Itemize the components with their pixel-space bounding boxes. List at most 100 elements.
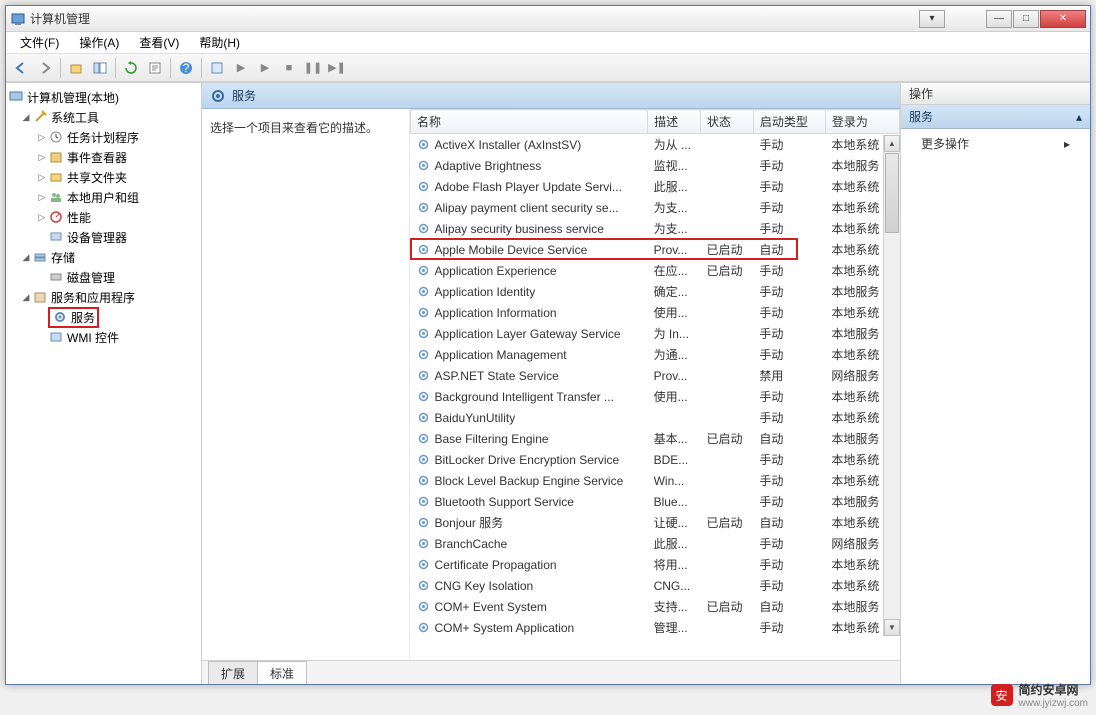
col-logon[interactable]: 登录为 — [825, 110, 899, 134]
tree-performance[interactable]: ▷ 性能 — [6, 207, 201, 227]
play2-button[interactable]: ▶ — [254, 57, 276, 79]
col-status[interactable]: 状态 — [701, 110, 754, 134]
col-desc[interactable]: 描述 — [648, 110, 701, 134]
tree-event-viewer[interactable]: ▷ 事件查看器 — [6, 147, 201, 167]
collapse-icon[interactable]: ◢ — [20, 292, 32, 303]
tree-services-apps[interactable]: ◢ 服务和应用程序 — [6, 287, 201, 307]
menu-help[interactable]: 帮助(H) — [191, 32, 248, 53]
actions-more[interactable]: 更多操作 ▸ — [901, 129, 1090, 158]
close-button[interactable]: ✕ — [1040, 10, 1086, 28]
table-row[interactable]: Adobe Flash Player Update Servi...此服...手… — [411, 176, 900, 197]
tree-disk-management[interactable]: 磁盘管理 — [6, 267, 201, 287]
stop-button[interactable]: ■ — [278, 57, 300, 79]
expand-icon[interactable]: ▷ — [36, 212, 48, 223]
tree-root[interactable]: 计算机管理(本地) — [6, 87, 201, 107]
gear-icon — [417, 474, 431, 488]
service-startup: 手动 — [753, 617, 825, 638]
tree-services[interactable]: 服务 — [6, 307, 201, 327]
tab-standard[interactable]: 标准 — [257, 661, 307, 684]
tree-shared-folders[interactable]: ▷ 共享文件夹 — [6, 167, 201, 187]
actions-section[interactable]: 服务 ▴ — [901, 105, 1090, 129]
titlebar: 计算机管理 ▾ — □ ✕ — [6, 6, 1090, 32]
table-row[interactable]: COM+ System Application管理...手动本地系统 — [411, 617, 900, 638]
refresh-button[interactable] — [120, 57, 142, 79]
table-row[interactable]: Application Management为通...手动本地系统 — [411, 344, 900, 365]
service-status — [701, 470, 754, 491]
table-row[interactable]: Application Identity确定...手动本地服务 — [411, 281, 900, 302]
export-button[interactable] — [144, 57, 166, 79]
menu-action[interactable]: 操作(A) — [71, 32, 127, 53]
col-startup[interactable]: 启动类型 — [753, 110, 825, 134]
tab-extended[interactable]: 扩展 — [208, 661, 258, 684]
forward-button[interactable] — [34, 57, 56, 79]
help-icon[interactable]: ? — [175, 57, 197, 79]
table-row[interactable]: Block Level Backup Engine ServiceWin...手… — [411, 470, 900, 491]
table-row[interactable]: Bonjour 服务让硬...已启动自动本地系统 — [411, 512, 900, 533]
service-startup: 自动 — [753, 512, 825, 533]
table-row[interactable]: Application Layer Gateway Service为 In...… — [411, 323, 900, 344]
expand-icon[interactable]: ▷ — [36, 152, 48, 163]
show-hide-tree-button[interactable] — [89, 57, 111, 79]
col-name[interactable]: 名称 — [411, 110, 648, 134]
back-button[interactable] — [10, 57, 32, 79]
tree-wmi[interactable]: WMI 控件 — [6, 327, 201, 347]
table-row[interactable]: COM+ Event System支持...已启动自动本地服务 — [411, 596, 900, 617]
table-row[interactable]: ActiveX Installer (AxInstSV)为从 ...手动本地系统 — [411, 134, 900, 156]
tree-task-scheduler[interactable]: ▷ 任务计划程序 — [6, 127, 201, 147]
restart-button[interactable]: ▶❚ — [326, 57, 348, 79]
minimize-button[interactable]: — — [986, 10, 1012, 28]
vertical-scrollbar[interactable]: ▲ ▼ — [883, 135, 900, 636]
table-row[interactable]: Bluetooth Support ServiceBlue...手动本地服务 — [411, 491, 900, 512]
gear-icon — [417, 180, 431, 194]
services-header-text: 服务 — [232, 87, 256, 104]
tree-storage[interactable]: ◢ 存储 — [6, 247, 201, 267]
tree-pane[interactable]: 计算机管理(本地) ◢ 系统工具 ▷ 任务计划程序 ▷ 事件查看器 ▷ 共享文件… — [6, 83, 202, 684]
service-status: 已启动 — [701, 512, 754, 533]
menu-view[interactable]: 查看(V) — [131, 32, 187, 53]
pause-button[interactable]: ❚❚ — [302, 57, 324, 79]
table-row[interactable]: Alipay security business service为支...手动本… — [411, 218, 900, 239]
maximize-button[interactable]: □ — [1013, 10, 1039, 28]
gear-icon — [417, 558, 431, 572]
tree-device-manager[interactable]: 设备管理器 — [6, 227, 201, 247]
table-row[interactable]: Apple Mobile Device ServiceProv...已启动自动本… — [411, 239, 900, 260]
collapse-icon[interactable]: ◢ — [20, 112, 32, 123]
properties-button[interactable] — [206, 57, 228, 79]
table-row[interactable]: ASP.NET State ServiceProv...禁用网络服务 — [411, 365, 900, 386]
table-row[interactable]: Application Information使用...手动本地系统 — [411, 302, 900, 323]
service-startup: 手动 — [753, 260, 825, 281]
service-status — [701, 533, 754, 554]
help-button[interactable]: ▾ — [919, 10, 945, 28]
scroll-thumb[interactable] — [885, 153, 899, 233]
table-row[interactable]: Base Filtering Engine基本...已启动自动本地服务 — [411, 428, 900, 449]
expand-icon[interactable]: ▷ — [36, 132, 48, 143]
tools-icon — [32, 109, 48, 125]
collapse-icon[interactable]: ◢ — [20, 252, 32, 263]
expand-icon[interactable]: ▷ — [36, 192, 48, 203]
table-row[interactable]: Background Intelligent Transfer ...使用...… — [411, 386, 900, 407]
table-row[interactable]: BranchCache此服...手动网络服务 — [411, 533, 900, 554]
scroll-up-button[interactable]: ▲ — [884, 135, 900, 152]
tree-system-tools[interactable]: ◢ 系统工具 — [6, 107, 201, 127]
tree-local-users[interactable]: ▷ 本地用户和组 — [6, 187, 201, 207]
service-name: Bonjour 服务 — [435, 514, 504, 531]
table-row[interactable]: CNG Key IsolationCNG...手动本地系统 — [411, 575, 900, 596]
menu-file[interactable]: 文件(F) — [12, 32, 67, 53]
watermark-url: www.jyizwj.com — [1019, 698, 1088, 709]
scroll-down-button[interactable]: ▼ — [884, 619, 900, 636]
play-button[interactable]: ▶ — [230, 57, 252, 79]
service-startup: 手动 — [753, 155, 825, 176]
actions-pane: 操作 服务 ▴ 更多操作 ▸ — [900, 83, 1090, 684]
table-row[interactable]: BitLocker Drive Encryption ServiceBDE...… — [411, 449, 900, 470]
table-row[interactable]: BaiduYunUtility手动本地系统 — [411, 407, 900, 428]
table-row[interactable]: Certificate Propagation将用...手动本地系统 — [411, 554, 900, 575]
service-desc: 管理... — [648, 617, 701, 638]
service-desc: Blue... — [648, 491, 701, 512]
service-desc: 为从 ... — [648, 134, 701, 156]
service-desc: CNG... — [648, 575, 701, 596]
expand-icon[interactable]: ▷ — [36, 172, 48, 183]
table-row[interactable]: Adaptive Brightness监视...手动本地服务 — [411, 155, 900, 176]
table-row[interactable]: Alipay payment client security se...为支..… — [411, 197, 900, 218]
table-row[interactable]: Application Experience在应...已启动手动本地系统 — [411, 260, 900, 281]
up-button[interactable] — [65, 57, 87, 79]
